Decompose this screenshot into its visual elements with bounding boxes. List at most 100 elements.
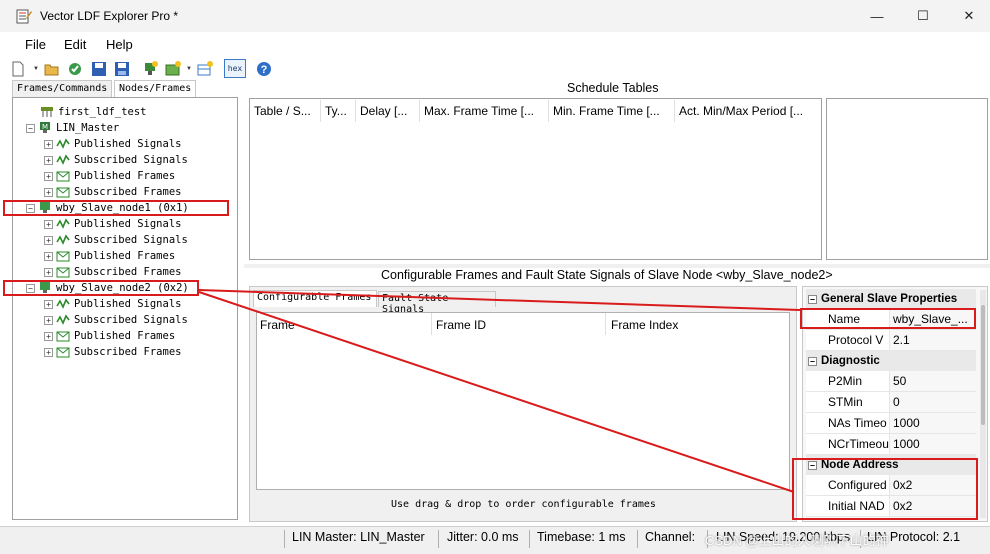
expand-icon[interactable]: + bbox=[44, 155, 53, 165]
tab-nodes-frames[interactable]: Nodes/Frames bbox=[114, 80, 197, 97]
save-icon[interactable] bbox=[91, 61, 107, 77]
expand-icon[interactable]: + bbox=[44, 187, 53, 197]
menu-file[interactable]: File bbox=[25, 37, 46, 52]
property-row[interactable]: P2Min 50 bbox=[806, 371, 976, 392]
expand-icon[interactable]: + bbox=[44, 347, 53, 357]
col-max-frame-time[interactable]: Max. Frame Time [... bbox=[420, 100, 549, 122]
property-row[interactable]: STMin 0 bbox=[806, 392, 976, 413]
watermark-text: CSDN @上山的人喇叭下山的神 bbox=[705, 533, 889, 548]
property-value[interactable]: 1000 bbox=[890, 413, 976, 433]
collapse-icon[interactable]: − bbox=[26, 123, 35, 133]
hex-toggle-button[interactable]: hex bbox=[224, 59, 246, 78]
property-row[interactable]: Protocol V 2.1 bbox=[806, 330, 976, 351]
expand-icon[interactable]: + bbox=[44, 171, 53, 181]
status-separator bbox=[284, 530, 285, 548]
menu-edit[interactable]: Edit bbox=[64, 37, 86, 52]
col-frame-index[interactable]: Frame Index bbox=[611, 318, 678, 332]
new-file-icon[interactable] bbox=[10, 61, 26, 77]
tab-frames-commands[interactable]: Frames/Commands bbox=[12, 80, 113, 97]
svg-text:?: ? bbox=[261, 64, 268, 76]
tree-item-subscribed-frames-label: Subscribed Frames bbox=[74, 266, 182, 278]
tree-item-subscribed-signals[interactable]: + Subscribed Signals bbox=[44, 312, 188, 328]
property-value[interactable]: 50 bbox=[890, 371, 976, 391]
tree-item-subscribed-signals[interactable]: + Subscribed Signals bbox=[44, 152, 188, 168]
property-value[interactable]: 1000 bbox=[890, 434, 976, 454]
property-scrollbar-thumb[interactable] bbox=[981, 305, 985, 425]
add-dropdown-icon[interactable]: ▼ bbox=[186, 66, 192, 72]
add-frame-icon[interactable] bbox=[165, 61, 181, 77]
help-icon[interactable]: ? bbox=[256, 61, 272, 77]
tree-root[interactable]: first_ldf_test bbox=[28, 104, 147, 120]
minimize-button[interactable]: — bbox=[854, 0, 900, 32]
tree-item-subscribed-frames[interactable]: + Subscribed Frames bbox=[44, 264, 181, 280]
maximize-button[interactable]: ☐ bbox=[900, 0, 946, 32]
tree-item-published-signals[interactable]: + Published Signals bbox=[44, 216, 181, 232]
property-category[interactable]: − Diagnostic bbox=[806, 351, 976, 371]
tree-item-subscribed-frames-label: Subscribed Frames bbox=[74, 186, 182, 198]
expand-icon[interactable]: + bbox=[44, 331, 53, 341]
tree-item-subscribed-frames-icon bbox=[56, 186, 74, 198]
new-dropdown-icon[interactable]: ▼ bbox=[33, 66, 39, 72]
tree-item-published-frames-label: Published Frames bbox=[74, 250, 176, 262]
expand-icon[interactable]: + bbox=[44, 139, 53, 149]
tree-item-published-signals[interactable]: + Published Signals bbox=[44, 136, 181, 152]
tab-fault-state-signals[interactable]: Fault State Signals bbox=[378, 291, 496, 315]
tree-item-published-signals-icon bbox=[56, 138, 74, 150]
property-name: Protocol V bbox=[806, 330, 890, 350]
col-act-min-max-period[interactable]: Act. Min/Max Period [... bbox=[675, 100, 821, 122]
tree-item-subscribed-frames-label: Subscribed Frames bbox=[74, 346, 182, 358]
tree-item-subscribed-frames-icon bbox=[56, 346, 74, 358]
tree-node[interactable]: − M LIN_Master bbox=[26, 120, 119, 136]
tree-item-published-frames-label: Published Frames bbox=[74, 330, 176, 342]
col-frame-id[interactable]: Frame ID bbox=[436, 318, 486, 332]
schedule-detail-panel bbox=[826, 98, 988, 260]
property-value[interactable]: 0 bbox=[890, 392, 976, 412]
expand-icon[interactable]: + bbox=[44, 299, 53, 309]
tree-item-subscribed-frames[interactable]: + Subscribed Frames bbox=[44, 184, 181, 200]
col-min-frame-time[interactable]: Min. Frame Time [... bbox=[549, 100, 675, 122]
property-value[interactable]: 2.1 bbox=[890, 330, 976, 350]
tree-item-subscribed-signals[interactable]: + Subscribed Signals bbox=[44, 232, 188, 248]
save-all-icon[interactable] bbox=[114, 61, 130, 77]
menu-help[interactable]: Help bbox=[106, 37, 133, 52]
tab-configurable-frames[interactable]: Configurable Frames bbox=[253, 290, 377, 307]
add-node-icon[interactable] bbox=[142, 61, 158, 77]
status-timebase: Timebase: 1 ms bbox=[537, 530, 626, 544]
col-frame[interactable]: Frame bbox=[260, 318, 295, 332]
col-type[interactable]: Ty... bbox=[321, 100, 356, 122]
tree-item-published-frames-label: Published Frames bbox=[74, 170, 176, 182]
annotation-box-name bbox=[800, 308, 976, 329]
property-name: STMin bbox=[806, 392, 890, 412]
status-separator bbox=[529, 530, 530, 548]
tree-item-subscribed-frames[interactable]: + Subscribed Frames bbox=[44, 344, 181, 360]
property-row[interactable]: NCrTimeou 1000 bbox=[806, 434, 976, 455]
tree-item-published-signals[interactable]: + Published Signals bbox=[44, 296, 181, 312]
expand-icon[interactable]: + bbox=[44, 235, 53, 245]
expand-icon[interactable]: + bbox=[44, 219, 53, 229]
col-delay[interactable]: Delay [... bbox=[356, 100, 420, 122]
collapse-icon[interactable]: − bbox=[808, 294, 817, 304]
add-schedule-icon[interactable] bbox=[197, 61, 213, 77]
status-lin-master: LIN Master: LIN_Master bbox=[292, 530, 425, 544]
property-row[interactable]: NAs Timeo 1000 bbox=[806, 413, 976, 434]
expand-icon[interactable]: + bbox=[44, 251, 53, 261]
property-name: NCrTimeou bbox=[806, 434, 890, 454]
col-divider bbox=[431, 313, 432, 335]
tree-item-published-signals-icon bbox=[56, 298, 74, 310]
expand-icon[interactable]: + bbox=[44, 267, 53, 277]
tree-node-label: LIN_Master bbox=[56, 122, 120, 134]
close-button[interactable]: ✕ bbox=[946, 0, 990, 32]
col-table-s[interactable]: Table / S... bbox=[250, 100, 321, 122]
open-folder-icon[interactable] bbox=[44, 61, 60, 77]
schedule-tables-title: Schedule Tables bbox=[567, 81, 659, 95]
tree-item-published-frames[interactable]: + Published Frames bbox=[44, 328, 175, 344]
validate-icon[interactable] bbox=[67, 61, 83, 77]
tree-item-published-frames[interactable]: + Published Frames bbox=[44, 168, 175, 184]
tree-item-published-signals-label: Published Signals bbox=[74, 218, 182, 230]
expand-icon[interactable]: + bbox=[44, 315, 53, 325]
collapse-icon[interactable]: − bbox=[808, 356, 817, 366]
property-category[interactable]: − General Slave Properties bbox=[806, 289, 976, 309]
drag-drop-hint: Use drag & drop to order configurable fr… bbox=[391, 499, 656, 510]
tree-item-published-frames[interactable]: + Published Frames bbox=[44, 248, 175, 264]
configurable-frames-table bbox=[256, 312, 790, 490]
